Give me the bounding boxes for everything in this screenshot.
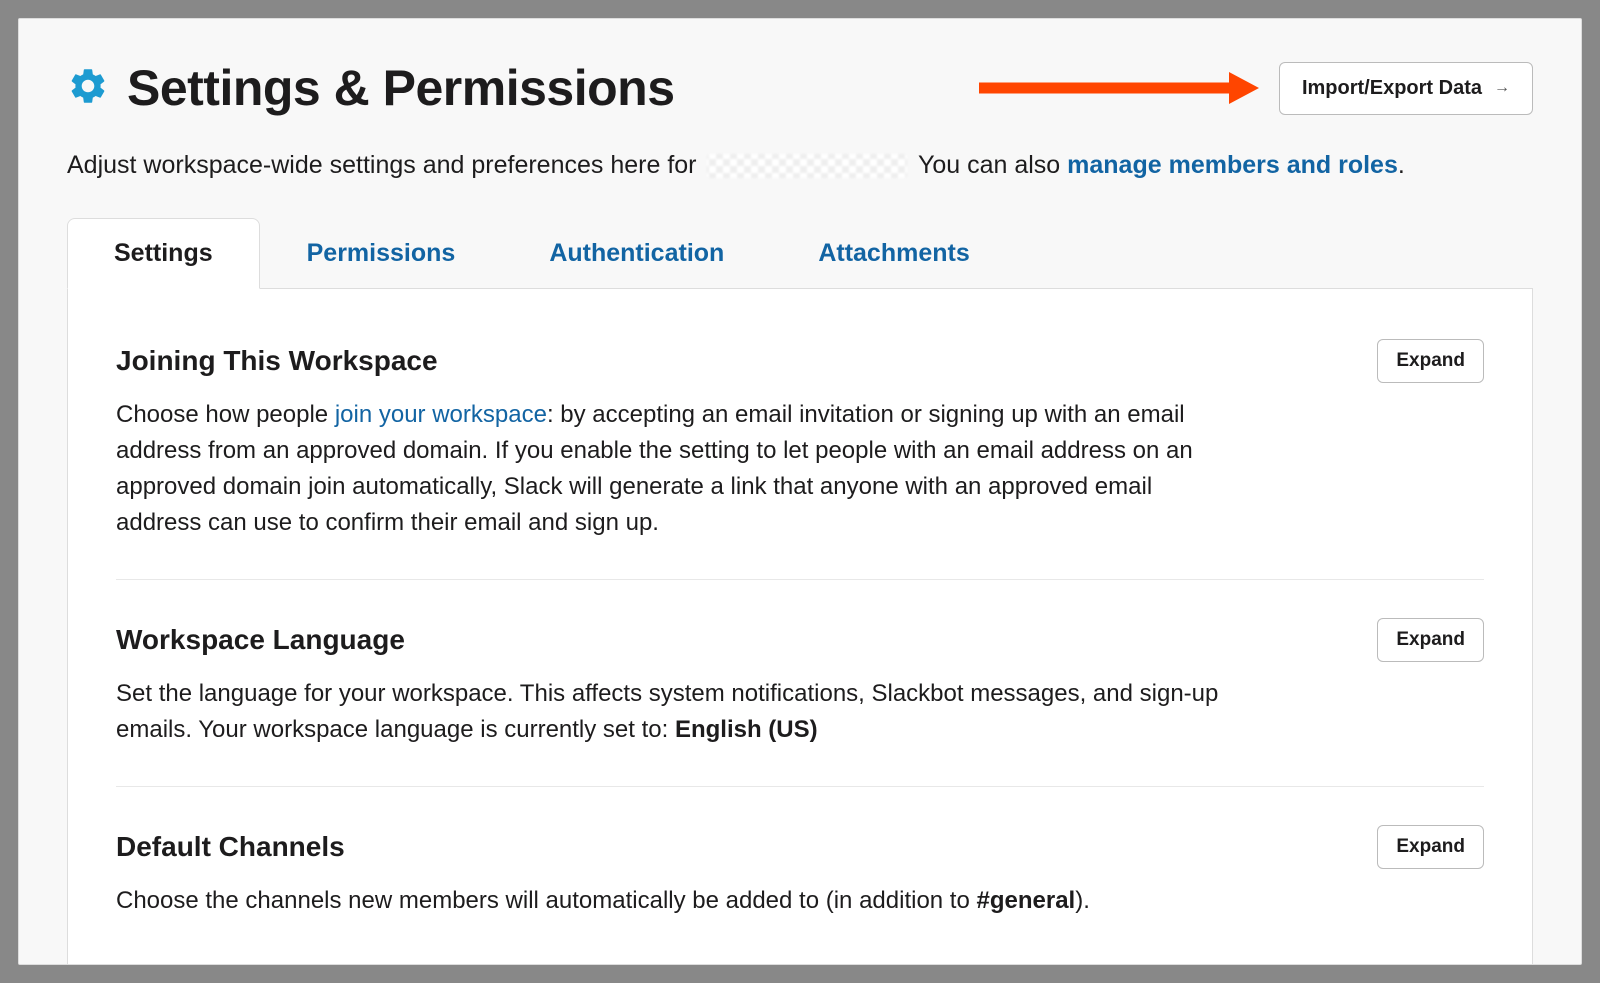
expand-language-button[interactable]: Expand [1377,618,1484,662]
language-current: English (US) [675,716,818,743]
section-language-title: Workspace Language [116,624,405,656]
channels-desc-prefix: Choose the channels new members will aut… [116,887,976,914]
page-header: Settings & Permissions Import/Export Dat… [67,59,1533,117]
section-channels-head: Default Channels Expand [116,825,1484,869]
section-language-desc: Set the language for your workspace. Thi… [116,676,1226,748]
import-export-label: Import/Export Data [1302,77,1482,100]
section-channels-desc: Choose the channels new members will aut… [116,883,1226,919]
settings-content: Joining This Workspace Expand Choose how… [67,289,1533,966]
annotation-arrow [675,68,1259,108]
tab-attachments[interactable]: Attachments [771,218,1016,289]
workspace-name-redacted [707,154,907,178]
subtitle-suffix: You can also [918,151,1067,179]
title-group: Settings & Permissions [67,59,675,117]
channels-general: #general [976,887,1075,914]
import-export-button[interactable]: Import/Export Data → [1279,62,1533,115]
section-language: Workspace Language Expand Set the langua… [116,618,1484,787]
tab-permissions[interactable]: Permissions [260,218,503,289]
section-channels: Default Channels Expand Choose the chann… [116,825,1484,957]
expand-joining-button[interactable]: Expand [1377,339,1484,383]
subtitle-prefix: Adjust workspace-wide settings and prefe… [67,151,697,179]
page-title: Settings & Permissions [127,59,675,117]
section-language-head: Workspace Language Expand [116,618,1484,662]
tab-settings[interactable]: Settings [67,218,260,289]
channels-desc-suffix: ). [1075,887,1090,914]
section-joining: Joining This Workspace Expand Choose how… [116,339,1484,580]
language-desc-prefix: Set the language for your workspace. Thi… [116,680,1218,743]
page-subtitle: Adjust workspace-wide settings and prefe… [67,147,1533,185]
subtitle-period: . [1398,151,1405,179]
settings-page: Settings & Permissions Import/Export Dat… [18,18,1582,965]
settings-tabs: Settings Permissions Authentication Atta… [67,217,1533,289]
arrow-right-icon: → [1494,79,1510,97]
manage-members-link[interactable]: manage members and roles [1067,151,1398,179]
section-joining-title: Joining This Workspace [116,345,438,377]
gear-icon [67,65,109,112]
section-joining-head: Joining This Workspace Expand [116,339,1484,383]
section-channels-title: Default Channels [116,831,345,863]
join-workspace-link[interactable]: join your workspace [335,401,547,428]
tab-authentication[interactable]: Authentication [502,218,771,289]
expand-channels-button[interactable]: Expand [1377,825,1484,869]
section-joining-desc: Choose how people join your workspace: b… [116,397,1226,541]
joining-desc-prefix: Choose how people [116,401,335,428]
